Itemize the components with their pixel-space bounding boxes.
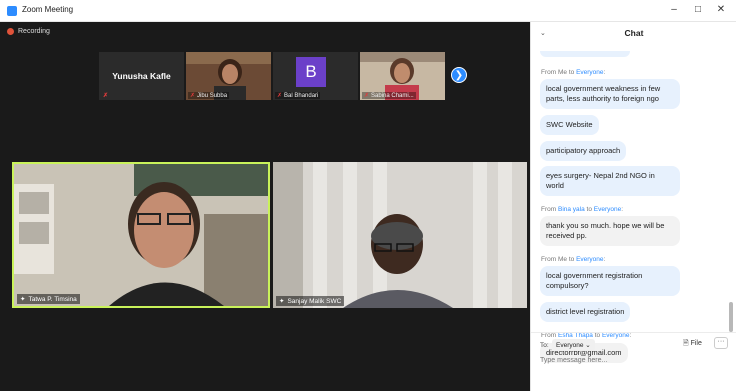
pin-icon: ✦: [279, 298, 285, 305]
window-titlebar: Zoom Meeting – □ ✕: [0, 0, 736, 22]
chat-panel: ⌄ Chat From Me to Everyone: local govern…: [530, 22, 736, 391]
participant-tile[interactable]: B ✗ Bal Bhandari: [273, 52, 358, 100]
recording-label: Recording: [18, 28, 50, 35]
file-button[interactable]: 🗎 File: [683, 339, 702, 350]
chat-header: ⌄ Chat: [531, 22, 736, 44]
participant-tile[interactable]: Yunusha Kafle ✗: [99, 52, 184, 100]
mic-muted-icon: ✗: [103, 93, 109, 99]
window-title: Zoom Meeting: [22, 5, 74, 14]
recording-indicator[interactable]: Recording: [7, 28, 50, 35]
participant-video: [273, 162, 527, 308]
participant-name: Yunusha Kafle: [112, 71, 171, 81]
file-icon: 🗎: [683, 340, 689, 347]
chat-sender-line: From Bina yala to Everyone:: [541, 206, 624, 213]
to-label: To:: [540, 342, 549, 349]
chat-message[interactable]: local government weakness in few parts, …: [540, 79, 680, 109]
more-options-button[interactable]: ···: [714, 337, 728, 349]
participant-tile[interactable]: ✗ Sabina Chami...: [360, 52, 445, 100]
next-page-button[interactable]: ❯: [451, 67, 467, 83]
chat-bubble-partial: [540, 51, 630, 57]
chat-footer: To: Everyone ⌄ 🗎 File ···: [531, 332, 736, 391]
participant-label: ✗ Sabina Chami...: [362, 92, 416, 99]
recipient-select[interactable]: Everyone ⌄: [552, 339, 595, 351]
participant-tile[interactable]: ✗ Jibu Subba: [186, 52, 271, 100]
recording-dot-icon: [7, 28, 14, 35]
pin-icon: ✦: [20, 296, 26, 303]
chat-message-list[interactable]: From Me to Everyone: local government we…: [540, 46, 726, 368]
chat-scrollbar[interactable]: [729, 302, 733, 332]
speaker-video-tile[interactable]: ✦ Tatwa P. Timsina: [12, 162, 270, 308]
chat-message[interactable]: district level registration: [540, 302, 631, 322]
chat-message-input[interactable]: [540, 357, 726, 364]
chat-sender-line: From Me to Everyone:: [541, 69, 606, 76]
chat-message[interactable]: eyes surgery- Nepal 2nd NGO in world: [540, 166, 680, 196]
participant-label: ✦ Sanjay Malik SWC: [276, 296, 345, 306]
chat-message[interactable]: local government registration compulsory…: [540, 266, 680, 296]
close-button[interactable]: ✕: [711, 4, 731, 15]
minimize-button[interactable]: –: [664, 4, 684, 15]
zoom-app-icon: [7, 6, 17, 16]
video-area: Recording Yunusha Kafle ✗ ✗ Jibu Subba B …: [0, 22, 530, 391]
participant-video: [14, 164, 268, 306]
chat-message[interactable]: SWC Website: [540, 115, 599, 135]
chat-sender-line: From Me to Everyone:: [541, 256, 606, 263]
participant-label: ✗ Jibu Subba: [188, 92, 230, 99]
participant-label: ✗ Bal Bhandari: [275, 92, 321, 99]
mic-muted-icon: ✗: [190, 93, 196, 99]
maximize-button[interactable]: □: [688, 4, 708, 15]
chat-message[interactable]: participatory approach: [540, 141, 627, 161]
mic-muted-icon: ✗: [277, 93, 283, 99]
participant-label: ✦ Tatwa P. Timsina: [17, 294, 80, 304]
avatar: B: [296, 57, 326, 87]
participant-video-tile[interactable]: ✦ Sanjay Malik SWC: [273, 162, 527, 308]
chat-title: Chat: [624, 28, 644, 38]
chat-message[interactable]: thank you so much. hope we will be recei…: [540, 216, 680, 246]
mic-muted-icon: ✗: [364, 93, 370, 99]
